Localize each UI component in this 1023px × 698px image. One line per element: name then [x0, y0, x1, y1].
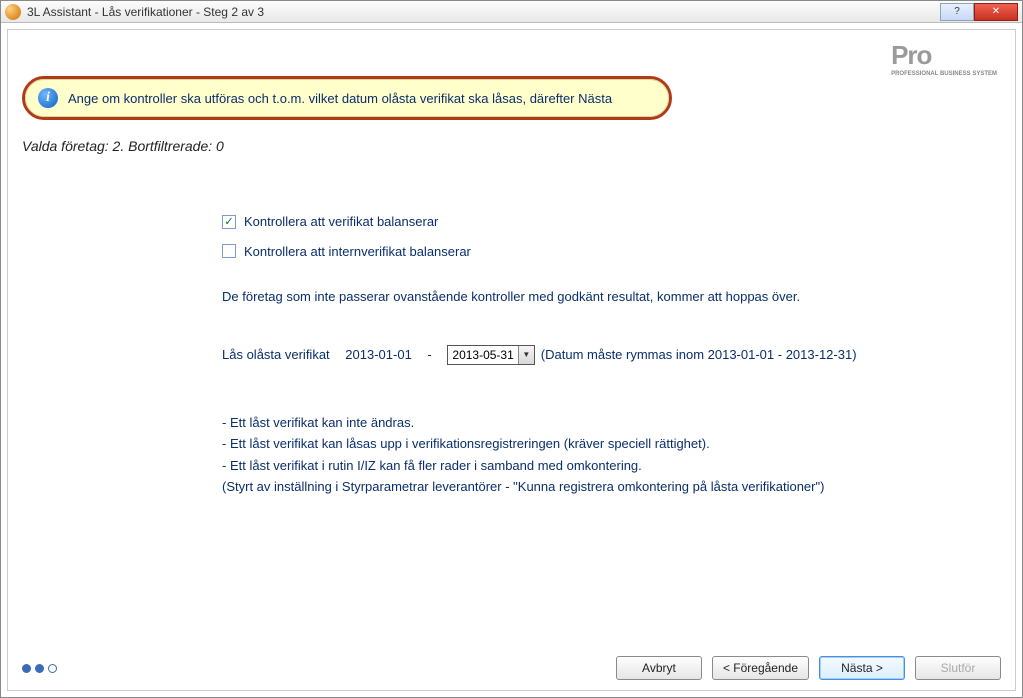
titlebar: 3L Assistant - Lås verifikationer - Steg… [1, 1, 1022, 23]
info-icon: i [38, 88, 58, 108]
info-text: Ange om kontroller ska utföras och t.o.m… [68, 91, 612, 106]
step-dot-2 [35, 664, 44, 673]
info-banner: i Ange om kontroller ska utföras och t.o… [25, 79, 669, 117]
close-button[interactable]: ✕ [974, 3, 1018, 21]
checkbox-intern-balance[interactable] [222, 244, 236, 258]
brand-logo: Pro PROFESSIONAL BUSINESS SYSTEM [891, 40, 997, 77]
note-line-2: - Ett låst verifikat kan låsas upp i ver… [222, 434, 1001, 454]
logo-subtitle: PROFESSIONAL BUSINESS SYSTEM [891, 71, 997, 77]
wizard-window: 3L Assistant - Lås verifikationer - Steg… [0, 0, 1023, 698]
info-banner-highlight: i Ange om kontroller ska utföras och t.o… [22, 76, 672, 120]
checkbox-balance-label: Kontrollera att verifikat balanserar [244, 212, 438, 232]
date-label: Lås olåsta verifikat [222, 345, 330, 365]
cancel-button[interactable]: Avbryt [616, 656, 702, 680]
step-dot-1 [22, 664, 31, 673]
filter-status: Valda företag: 2. Bortfiltrerade: 0 [22, 138, 1001, 154]
date-to-picker[interactable]: 2013-05-31 ▼ [447, 345, 534, 365]
date-separator: - [427, 345, 431, 365]
chevron-down-icon[interactable]: ▼ [518, 346, 534, 364]
help-button[interactable]: ? [940, 3, 974, 21]
note-line-3: - Ett låst verifikat i rutin I/IZ kan få… [222, 456, 1001, 476]
form-block: ✓ Kontrollera att verifikat balanserar K… [222, 212, 1001, 499]
footer: Avbryt < Föregående Nästa > Slutför [22, 648, 1001, 680]
logo-text: Pro [891, 40, 931, 70]
finish-button: Slutför [915, 656, 1001, 680]
checkbox-row-balance: ✓ Kontrollera att verifikat balanserar [222, 212, 1001, 232]
content-area: Pro PROFESSIONAL BUSINESS SYSTEM i Ange … [7, 29, 1016, 691]
notes-block: - Ett låst verifikat kan inte ändras. - … [222, 413, 1001, 497]
date-to-value: 2013-05-31 [448, 346, 517, 364]
checkbox-row-intern: Kontrollera att internverifikat balanser… [222, 242, 1001, 262]
footer-buttons: Avbryt < Föregående Nästa > Slutför [616, 656, 1001, 680]
note-line-4: (Styrt av inställning i Styrparametrar l… [222, 477, 1001, 497]
explain-text: De företag som inte passerar ovanstående… [222, 287, 1001, 307]
date-row: Lås olåsta verifikat 2013-01-01 - 2013-0… [222, 345, 1001, 365]
step-dot-3 [48, 664, 57, 673]
titlebar-buttons: ? ✕ [940, 3, 1018, 21]
date-from: 2013-01-01 [345, 345, 412, 365]
next-button[interactable]: Nästa > [819, 656, 905, 680]
checkbox-balance[interactable]: ✓ [222, 215, 236, 229]
date-hint: (Datum måste rymmas inom 2013-01-01 - 20… [541, 345, 857, 365]
window-title: 3L Assistant - Lås verifikationer - Steg… [27, 5, 940, 19]
note-line-1: - Ett låst verifikat kan inte ändras. [222, 413, 1001, 433]
previous-button[interactable]: < Föregående [712, 656, 809, 680]
checkbox-intern-balance-label: Kontrollera att internverifikat balanser… [244, 242, 471, 262]
step-indicator [22, 664, 57, 673]
app-icon [5, 4, 21, 20]
